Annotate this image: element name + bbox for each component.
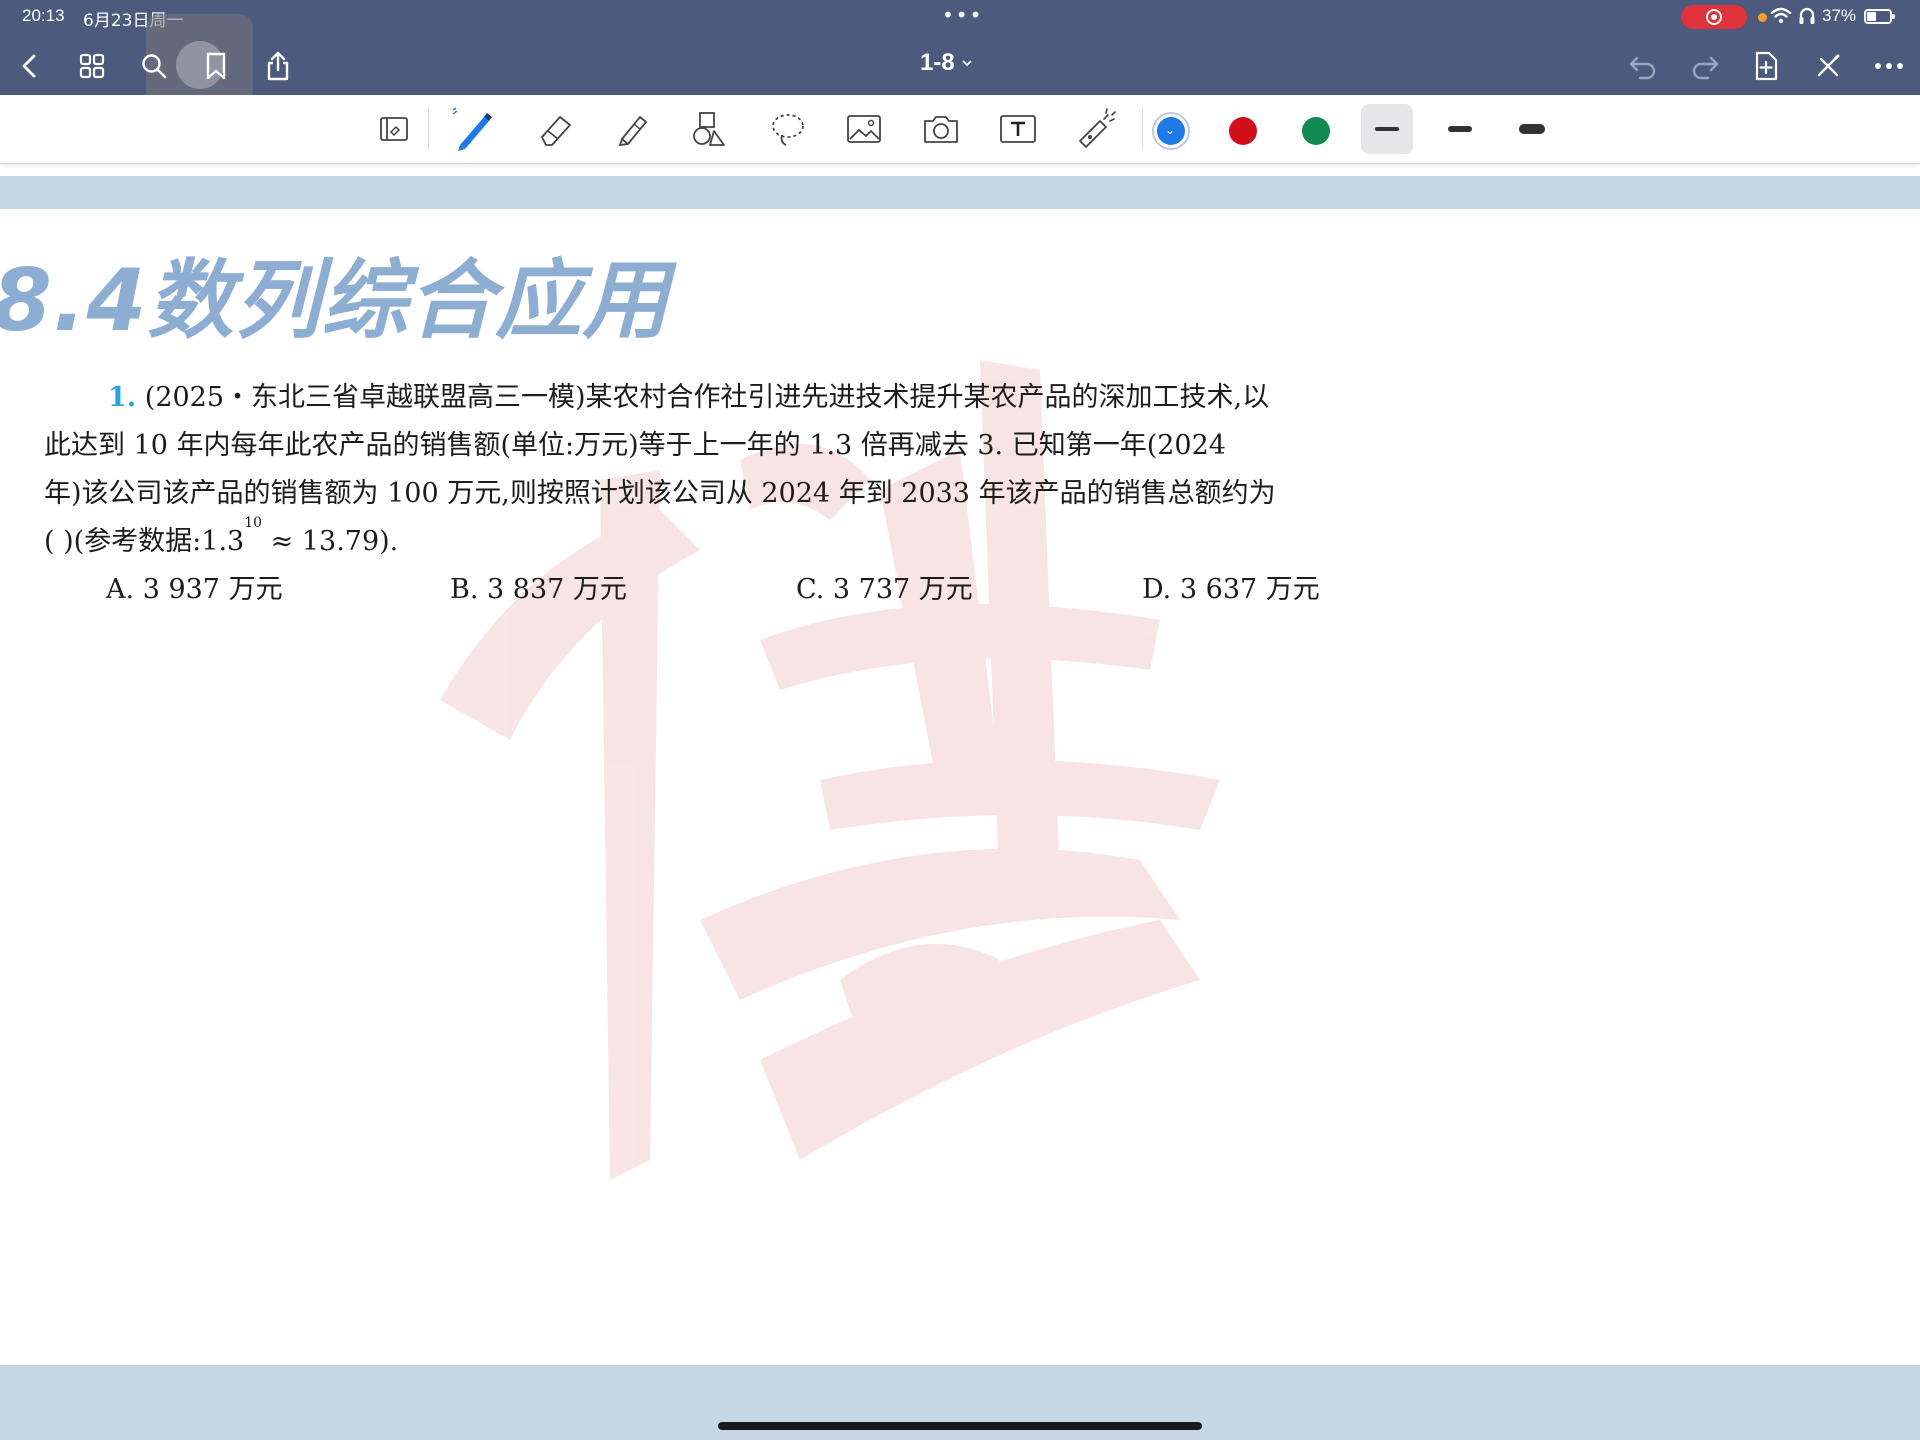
- option-text: 3 737 万元: [832, 574, 973, 605]
- option-label: B.: [450, 574, 479, 605]
- drawing-toolbar: ⌄: [0, 95, 1920, 164]
- add-page-button[interactable]: [1746, 46, 1786, 86]
- exponent: 10: [244, 515, 263, 531]
- toolbar-divider: [428, 109, 429, 149]
- multitasking-dots-icon[interactable]: •••: [942, 3, 983, 27]
- option-text: 3 837 万元: [487, 574, 627, 605]
- pen-icon: [452, 107, 492, 151]
- question-text-line-3: 年)该公司该产品的销售额为 100 万元,则按照计划该公司从 2024 年到 2…: [44, 478, 1276, 509]
- search-button[interactable]: [134, 46, 174, 86]
- highlighter-icon: [618, 116, 647, 147]
- lasso-icon: [772, 114, 804, 146]
- wifi-icon: [1770, 7, 1792, 24]
- option-c[interactable]: C. 3 737 万元: [796, 567, 973, 606]
- section-title: 8.4数列综合应用: [0, 251, 670, 351]
- thickness-thick-button[interactable]: [1507, 104, 1557, 154]
- text-icon: [1000, 115, 1036, 143]
- thumbnails-button[interactable]: [72, 46, 112, 86]
- document-title-menu[interactable]: 1-8: [920, 49, 973, 77]
- battery-percent: 37%: [1822, 6, 1857, 25]
- home-indicator[interactable]: [718, 1422, 1202, 1430]
- image-tool-button[interactable]: [840, 105, 888, 153]
- highlighter-tool-button[interactable]: [608, 105, 656, 153]
- toolbar-divider: [1142, 109, 1143, 149]
- shapes-icon: [693, 112, 725, 146]
- search-icon: [142, 54, 167, 79]
- more-icon: [1875, 63, 1903, 69]
- status-time: 20:13: [22, 6, 65, 25]
- color-swatch-blue[interactable]: ⌄: [1157, 117, 1185, 145]
- chevron-down-icon: ⌄: [1165, 123, 1176, 137]
- shapes-tool-button[interactable]: [686, 105, 734, 153]
- image-icon: [847, 115, 881, 143]
- option-label: A.: [106, 574, 135, 605]
- option-text: 3 937 万元: [142, 574, 283, 605]
- close-pen-button[interactable]: [1808, 46, 1848, 86]
- question-line-4: ( )(参考数据:1.310 ≈ 13.79).: [44, 515, 399, 558]
- close-pen-icon: [1817, 54, 1840, 77]
- color-swatch-green[interactable]: [1302, 117, 1330, 145]
- eraser-icon: [541, 116, 571, 146]
- document-title: 1-8: [920, 49, 955, 76]
- text-tool-button[interactable]: [994, 105, 1042, 153]
- option-d[interactable]: D. 3 637 万元: [1142, 567, 1320, 606]
- camera-icon: [924, 116, 958, 143]
- chevron-down-icon: [962, 60, 972, 67]
- redo-icon: [1692, 56, 1719, 80]
- laser-pointer-icon: [1079, 108, 1116, 148]
- laser-pointer-tool-button[interactable]: [1072, 105, 1120, 153]
- back-button[interactable]: [10, 46, 50, 86]
- share-button[interactable]: [258, 46, 298, 86]
- undo-icon: [1629, 56, 1656, 80]
- option-label: C.: [796, 574, 825, 605]
- eraser-tool-button[interactable]: [532, 105, 580, 153]
- microphone-indicator-icon: [1758, 13, 1767, 22]
- option-label: D.: [1142, 574, 1172, 605]
- camera-tool-button[interactable]: [917, 105, 965, 153]
- question-text-line-1: (2025・东北三省卓越联盟高三一模)某农村合作社引进先进技术提升某农产品的深加…: [144, 382, 1270, 413]
- headphones-icon: [1799, 7, 1815, 24]
- question-text-line-4-end: ≈ 13.79).: [262, 526, 399, 557]
- question-line-1: 1. (2025・东北三省卓越联盟高三一模)某农村合作社引进先进技术提升某农产品…: [108, 375, 1269, 414]
- undo-button[interactable]: [1623, 46, 1663, 86]
- top-bar: 20:13 6月23日周一 ••• 37% 1-8: [0, 0, 1920, 120]
- lasso-tool-button[interactable]: [764, 105, 812, 153]
- read-mode-button[interactable]: [370, 105, 418, 153]
- back-icon: [22, 54, 36, 78]
- question-text-line-2: 此达到 10 年内每年此农产品的销售额(单位:万元)等于上一年的 1.3 倍再减…: [44, 430, 1226, 461]
- option-b[interactable]: B. 3 837 万元: [450, 567, 627, 606]
- bookmark-button[interactable]: [196, 46, 236, 86]
- option-text: 3 637 万元: [1179, 574, 1320, 605]
- question-text-line-4: ( )(参考数据:1.3: [44, 526, 245, 557]
- pen-tool-button[interactable]: [448, 105, 496, 153]
- screen-recording-indicator[interactable]: [1681, 5, 1747, 29]
- medium-line-icon: [1448, 126, 1472, 132]
- bookmark-icon: [206, 52, 226, 80]
- thin-line-icon: [1375, 127, 1399, 131]
- option-a[interactable]: A. 3 937 万元: [106, 567, 283, 606]
- add-page-icon: [1755, 51, 1778, 81]
- thickness-thin-button[interactable]: [1361, 104, 1413, 154]
- color-swatch-red[interactable]: [1229, 117, 1257, 145]
- page-header-band: [0, 176, 1920, 209]
- share-icon: [267, 51, 289, 81]
- thick-line-icon: [1519, 124, 1545, 134]
- read-mode-icon: [380, 117, 408, 141]
- redo-button[interactable]: [1685, 46, 1725, 86]
- thickness-medium-button[interactable]: [1435, 104, 1485, 154]
- thumbnails-icon: [79, 53, 105, 79]
- more-button[interactable]: [1869, 46, 1909, 86]
- question-number: 1.: [108, 382, 137, 413]
- battery-icon: [1864, 9, 1895, 24]
